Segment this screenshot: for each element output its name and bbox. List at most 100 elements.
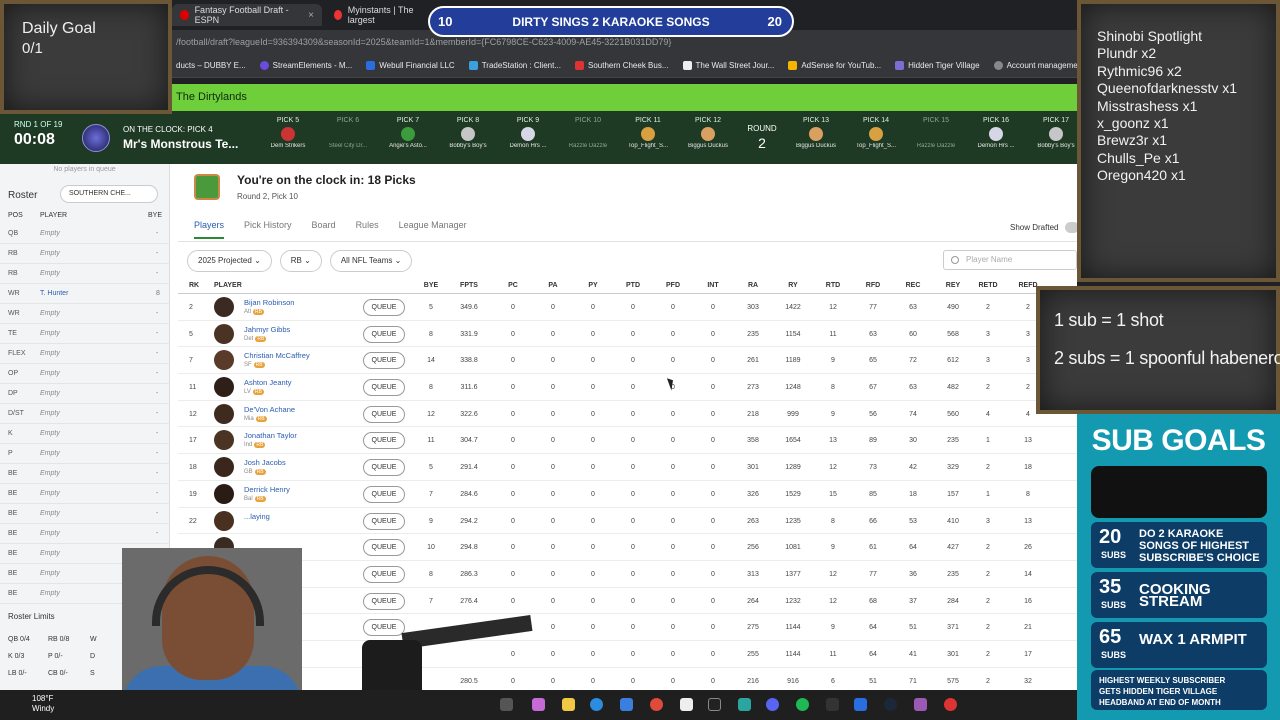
pick-slot[interactable]: PICK 12 Biggus Duckus [678, 111, 738, 164]
player-name[interactable]: Jahmyr Gibbs [244, 325, 290, 334]
bookmark-item[interactable]: The Wall Street Jour... [682, 61, 774, 70]
roster-slot[interactable]: BE Empty - [0, 484, 170, 504]
terminal-icon[interactable] [826, 698, 839, 711]
roster-slot[interactable]: K Empty - [0, 424, 170, 444]
column-header[interactable]: REC [898, 282, 928, 289]
position-filter[interactable]: RB ⌄ [279, 250, 322, 272]
pick-slot[interactable]: PICK 5 Dem Strikers [258, 111, 318, 164]
column-header[interactable]: PTD [618, 282, 648, 289]
edge-icon[interactable] [590, 698, 603, 711]
store-icon[interactable] [620, 698, 633, 711]
queue-button[interactable]: QUEUE [363, 379, 405, 397]
column-header[interactable]: RK [189, 282, 199, 289]
player-row[interactable]: 2 Bijan Robinson Atl RB QUEUE 5 349.6 0 0 0 0 0 0 303… [178, 294, 1077, 321]
taskview-icon[interactable] [500, 698, 513, 711]
steam-icon[interactable] [884, 698, 897, 711]
bookmark-item[interactable]: ducts – DUBBY E... [176, 61, 246, 70]
column-header[interactable]: FPTS [454, 282, 484, 289]
roster-slot[interactable]: DP Empty - [0, 384, 170, 404]
queue-button[interactable]: QUEUE [363, 459, 405, 477]
column-header[interactable]: INT [698, 282, 728, 289]
player-name[interactable]: De'Von Achane [244, 405, 295, 414]
column-header[interactable]: RETD [973, 282, 1003, 289]
spotify-icon[interactable] [796, 698, 809, 711]
copilot-icon[interactable] [532, 698, 545, 711]
column-header[interactable]: REY [938, 282, 968, 289]
roster-slot[interactable]: WR T. Hunter 8 [0, 284, 170, 304]
player-row[interactable]: 11 Ashton Jeanty LV RB QUEUE 8 311.6 0 0 0 0 0 0 273 1… [178, 374, 1077, 401]
player-row[interactable]: 7 Christian McCaffrey SF RB QUEUE 14 338.8 0 0 0 0… [178, 347, 1077, 375]
tab-board[interactable]: Board [312, 220, 336, 239]
player-row[interactable]: 5 Jahmyr Gibbs Det RB QUEUE 8 331.9 0 0 0 0 0 0 235 11… [178, 321, 1077, 348]
player-row[interactable]: 12 De'Von Achane Mia RB QUEUE 12 322.6 0 0 0 0 0 0 21… [178, 401, 1077, 428]
roster-slot[interactable]: RB Empty - [0, 244, 170, 264]
roster-slot[interactable]: RB Empty - [0, 264, 170, 284]
pick-slot[interactable]: PICK 14 Top_Flight_S... [846, 111, 906, 164]
roster-slot[interactable]: P Empty - [0, 444, 170, 464]
player-search-input[interactable]: Player Name [943, 250, 1077, 270]
player-row[interactable]: 19 Derrick Henry Bal RB QUEUE 7 284.6 0 0 0 0 0 0 326… [178, 481, 1077, 508]
player-row[interactable]: 18 Josh Jacobs GB RB QUEUE 5 291.4 0 0 0 0 0 0 301 128… [178, 454, 1077, 481]
bookmark-item[interactable]: StreamElements - M... [259, 61, 352, 70]
team-filter[interactable]: All NFL Teams ⌄ [329, 250, 413, 272]
obs-icon[interactable] [708, 698, 721, 711]
pick-slot[interactable]: PICK 10 Razzle Dazzle [558, 111, 618, 164]
roster-slot[interactable]: OP Empty - [0, 364, 170, 384]
queue-button[interactable]: QUEUE [363, 299, 405, 316]
player-name[interactable]: Jonathan Taylor [244, 431, 297, 440]
queue-button[interactable]: QUEUE [363, 325, 405, 343]
column-header[interactable]: PC [498, 282, 528, 289]
pick-slot[interactable]: PICK 8 Bobby's Boy's [438, 111, 498, 164]
column-header[interactable]: RFD [858, 282, 888, 289]
player-name[interactable]: Bijan Robinson [244, 298, 294, 307]
column-header[interactable]: RA [738, 282, 768, 289]
roster-slot[interactable]: TE Empty - [0, 324, 170, 344]
bookmark-item[interactable]: Account manageme... [993, 61, 1084, 70]
queue-button[interactable]: QUEUE [363, 432, 405, 450]
roster-team-select[interactable]: SOUTHERN CHE... [60, 185, 158, 203]
chrome-icon[interactable] [650, 698, 663, 711]
tab-myinstants[interactable]: Myinstants | The largest [326, 4, 430, 26]
app-icon[interactable] [854, 698, 867, 711]
weather-widget[interactable]: 108°F Windy [32, 694, 54, 714]
player-name[interactable]: Christian McCaffrey [244, 351, 310, 360]
player-name[interactable]: Derrick Henry [244, 485, 290, 494]
player-name[interactable]: Ashton Jeanty [244, 378, 292, 387]
queue-button[interactable]: QUEUE [363, 485, 405, 503]
pick-slot[interactable]: PICK 15 Razzle Dazzle [906, 111, 966, 164]
pick-slot[interactable]: PICK 16 Demon Hrs ... [966, 111, 1026, 164]
roster-slot[interactable]: D/ST Empty - [0, 404, 170, 424]
app-icon[interactable] [738, 698, 751, 711]
bookmark-item[interactable]: AdSense for YouTub... [788, 61, 881, 70]
player-row[interactable]: 17 Jonathan Taylor Ind RB QUEUE 11 304.7 0 0 0 0 0 0… [178, 427, 1077, 455]
notepad-icon[interactable] [680, 698, 693, 711]
bookmark-item[interactable]: TradeStation : Client... [468, 61, 561, 70]
pick-slot[interactable]: PICK 11 Top_Flight_S... [618, 111, 678, 164]
roster-slot[interactable]: QB Empty - [0, 224, 170, 244]
column-header[interactable]: RTD [818, 282, 848, 289]
roster-slot[interactable]: WR Empty - [0, 304, 170, 324]
tab-espn-draft[interactable]: Fantasy Football Draft - ESPN × [172, 4, 322, 26]
discord-icon[interactable] [766, 698, 779, 711]
tab-rules[interactable]: Rules [356, 220, 379, 239]
bookmark-item[interactable]: Webull Financial LLC [366, 61, 455, 70]
tab-league-manager[interactable]: League Manager [399, 220, 467, 239]
tab-players[interactable]: Players [194, 220, 225, 239]
tab-pick-history[interactable]: Pick History [244, 220, 292, 239]
queue-button[interactable]: QUEUE [363, 352, 405, 370]
column-header[interactable]: PFD [658, 282, 688, 289]
column-header[interactable]: PLAYER [214, 282, 242, 289]
projection-filter[interactable]: 2025 Projected ⌄ [187, 250, 272, 272]
league-name[interactable]: The Dirtylands [176, 91, 247, 103]
roster-slot[interactable]: BE Empty - [0, 464, 170, 484]
file-explorer-icon[interactable] [562, 698, 575, 711]
pick-slot[interactable]: PICK 6 Steel City Dr... [318, 111, 378, 164]
bookmark-item[interactable]: Southern Cheek Bus... [575, 61, 669, 70]
queue-button[interactable]: QUEUE [363, 405, 405, 423]
player-name[interactable]: Josh Jacobs [244, 458, 286, 467]
column-header[interactable]: PY [578, 282, 608, 289]
column-header[interactable]: BYE [416, 282, 446, 289]
app-icon[interactable] [914, 698, 927, 711]
roster-slot[interactable]: FLEX Empty - [0, 344, 170, 364]
bookmark-item[interactable]: Hidden Tiger Village [895, 61, 980, 70]
